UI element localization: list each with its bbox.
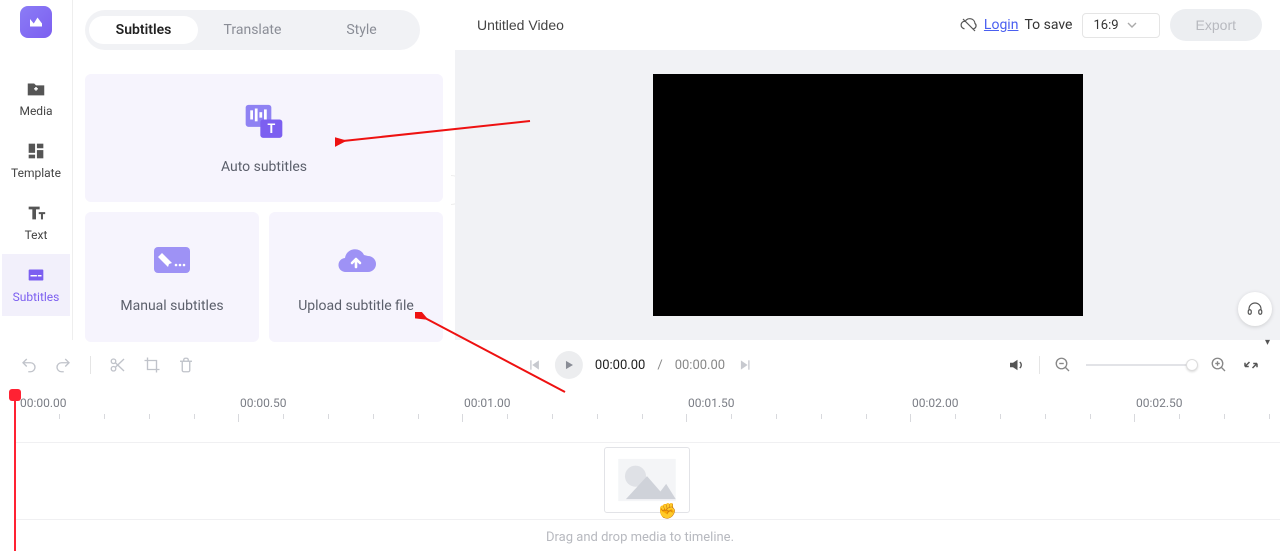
login-link[interactable]: Login [984,17,1019,33]
ruler-label: 00:02.50 [1136,396,1183,410]
timeline-ruler[interactable]: 00:00.00 00:00.50 00:01.00 00:01.50 00:0… [0,390,1280,424]
zoom-out-icon[interactable] [1054,356,1072,374]
play-button[interactable] [555,351,583,379]
timeline: 00:00.00 00:00.50 00:01.00 00:01.50 00:0… [0,390,1280,551]
manual-subtitles-icon [150,240,194,280]
sidebar-item-subtitles[interactable]: Subtitles [2,254,70,316]
app-logo[interactable] [20,6,52,38]
tab-translate[interactable]: Translate [198,16,307,44]
undo-icon[interactable] [20,356,38,374]
card-manual-subtitles[interactable]: Manual subtitles [85,212,259,342]
sidebar-item-label: Subtitles [13,290,60,304]
playhead[interactable] [14,390,16,551]
cloud-upload-icon [334,240,378,280]
sidebar-item-label: Text [25,228,48,242]
login-area: Login To save [960,16,1073,34]
export-button[interactable]: Export [1170,9,1262,41]
template-icon [25,140,47,162]
subtitle-cards: T Auto subtitles Manual subtitles Upload… [85,74,443,342]
card-upload-subtitle-file[interactable]: Upload subtitle file [269,212,443,342]
image-placeholder-icon [616,457,678,503]
text-icon [25,202,47,224]
headset-icon [1246,300,1264,318]
ruler-label: 00:00.00 [20,396,67,410]
time-separator: / [657,358,662,373]
grab-cursor-icon: ✊ [658,502,677,520]
volume-icon[interactable] [1007,356,1025,374]
top-header: Login To save 16:9 Export [455,0,1280,50]
video-canvas[interactable] [653,74,1083,316]
sidebar-item-label: Template [11,166,61,180]
chevron-down-icon [1127,20,1137,30]
drop-media-placeholder[interactable] [604,447,690,513]
to-save-text: To save [1024,17,1072,33]
zoom-slider[interactable] [1086,364,1196,366]
skip-forward-icon[interactable] [737,357,753,373]
card-label: Upload subtitle file [298,298,414,314]
aspect-ratio-value: 16:9 [1093,18,1118,33]
zoom-slider-thumb[interactable] [1186,359,1198,371]
ruler-label: 00:02.00 [912,396,959,410]
ruler-label: 00:00.50 [240,396,287,410]
divider [90,356,91,374]
trash-icon[interactable] [177,356,195,374]
cloud-off-icon [960,16,978,34]
ruler-label: 00:01.50 [688,396,735,410]
timeline-drop-hint: Drag and drop media to timeline. [0,530,1280,545]
sidebar-item-text[interactable]: Text [2,192,70,254]
svg-text:T: T [267,122,275,137]
zoom-in-icon[interactable] [1210,356,1228,374]
left-sidebar: Media Template Text Subtitles [0,0,73,340]
folder-plus-icon [25,78,47,100]
divider [1039,356,1040,374]
video-title-input[interactable] [473,11,733,39]
auto-subtitles-icon: T [242,101,286,141]
card-label: Auto subtitles [221,159,307,175]
crop-icon[interactable] [143,356,161,374]
video-preview: ▾ [455,50,1280,340]
aspect-ratio-select[interactable]: 16:9 [1082,13,1159,38]
redo-icon[interactable] [54,356,72,374]
subtitles-panel: Subtitles Translate Style T Auto subtitl… [73,0,455,340]
sidebar-item-label: Media [19,104,52,118]
editor-toolbar: 00:00.00 / 00:00.00 [0,340,1280,390]
sidebar-item-template[interactable]: Template [2,130,70,192]
card-label: Manual subtitles [120,298,223,314]
total-time: 00:00.00 [675,358,725,373]
card-auto-subtitles[interactable]: T Auto subtitles [85,74,443,202]
tab-group: Subtitles Translate Style [85,10,420,50]
timeline-track[interactable] [14,442,1280,520]
subtitles-icon [25,264,47,286]
sidebar-item-media[interactable]: Media [2,68,70,130]
collapse-icon[interactable] [1242,356,1260,374]
ruler-label: 00:01.00 [464,396,511,410]
skip-back-icon[interactable] [527,357,543,373]
tab-subtitles[interactable]: Subtitles [89,16,198,44]
scissors-icon[interactable] [109,356,127,374]
current-time: 00:00.00 [595,358,645,373]
play-icon [562,358,576,372]
support-button[interactable] [1238,292,1272,326]
tab-style[interactable]: Style [307,16,416,44]
